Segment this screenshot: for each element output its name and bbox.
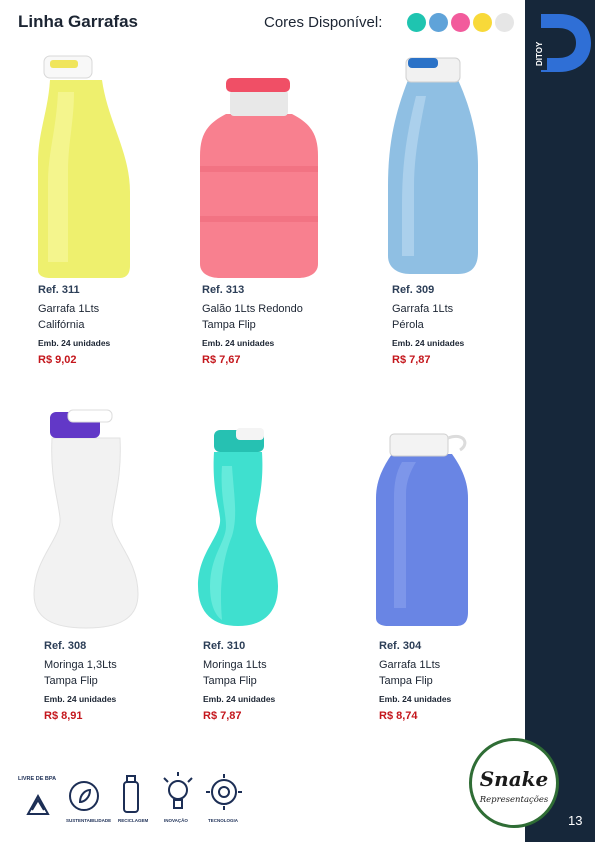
svg-text:INOVAÇÃO: INOVAÇÃO (164, 817, 188, 823)
product-card-311: Ref. 311 Garrafa 1Lts Califórnia Emb. 24… (38, 283, 188, 367)
technology-icon: TECNOLOGIA (206, 774, 242, 823)
brand-logo: DITOY (535, 14, 591, 72)
product-name: Moringa 1Lts Tampa Flip (203, 659, 267, 687)
feature-icons: LIVRE DE BPA SUSTENTABILIDADE RECICLAGEM… (18, 772, 242, 823)
product-card-304: Ref. 304 Garrafa 1Lts Tampa Flip Emb. 24… (379, 639, 529, 723)
bottle-309-image (388, 57, 478, 274)
product-name: Garrafa 1Lts Califórnia (38, 303, 100, 331)
recycling-bottle-icon: RECICLAGEM (118, 775, 149, 823)
product-ref: Ref. 313 (202, 284, 245, 296)
product-name: Moringa 1,3Lts Tampa Flip (44, 659, 117, 687)
product-name: Garrafa 1Lts Tampa Flip (379, 659, 441, 687)
color-swatch-teal (407, 13, 426, 32)
lightbulb-icon: INOVAÇÃO (163, 772, 193, 823)
product-pack: Emb. 24 unidades (379, 694, 452, 704)
page-number: 13 (568, 813, 583, 828)
svg-text:DITOY: DITOY (535, 41, 544, 66)
color-swatch-pink (451, 13, 470, 32)
recycle-bpa-icon: LIVRE DE BPA (18, 776, 56, 815)
product-price: R$ 8,91 (44, 710, 83, 722)
product-pack: Emb. 24 unidades (38, 338, 111, 348)
product-price: R$ 9,02 (38, 354, 77, 366)
svg-text:SUSTENTABILIDADE: SUSTENTABILIDADE (66, 818, 111, 823)
colors-label: Cores Disponível: (264, 14, 383, 31)
svg-text:RECICLAGEM: RECICLAGEM (118, 818, 149, 823)
product-pack: Emb. 24 unidades (392, 338, 465, 348)
product-price: R$ 7,87 (203, 710, 242, 722)
product-ref: Ref. 308 (44, 640, 87, 652)
product-ref: Ref. 310 (203, 640, 246, 652)
product-ref: Ref. 311 (38, 284, 80, 296)
snake-seal-logo: Snake Representações (469, 738, 559, 828)
bottle-308-image (33, 409, 139, 629)
svg-text:TECNOLOGIA: TECNOLOGIA (208, 818, 239, 823)
color-swatch-white (495, 13, 514, 32)
bottle-310-image (198, 428, 278, 626)
product-pack: Emb. 24 unidades (202, 338, 275, 348)
bottle-304-image (376, 433, 468, 626)
product-pack: Emb. 24 unidades (44, 694, 117, 704)
seal-brand: Snake (479, 767, 549, 791)
bottle-313-image (200, 78, 318, 278)
product-pack: Emb. 24 unidades (203, 694, 276, 704)
product-card-308: Ref. 308 Moringa 1,3Lts Tampa Flip Emb. … (44, 639, 194, 723)
product-name: Galão 1Lts Redondo Tampa Flip (202, 303, 303, 331)
sustainability-icon: SUSTENTABILIDADE (66, 781, 111, 823)
seal-subtitle: Representações (479, 795, 549, 805)
page-title: Linha Garrafas (18, 12, 138, 31)
product-price: R$ 8,74 (379, 710, 418, 722)
product-price: R$ 7,87 (392, 354, 431, 366)
product-card-313: Ref. 313 Galão 1Lts Redondo Tampa Flip E… (202, 283, 352, 367)
bottle-311-image (38, 55, 130, 278)
color-swatch-yellow (473, 13, 492, 32)
color-swatches (407, 13, 514, 32)
color-swatch-blue (429, 13, 448, 32)
product-card-310: Ref. 310 Moringa 1Lts Tampa Flip Emb. 24… (203, 639, 353, 723)
sidebar-band (525, 0, 595, 842)
product-ref: Ref. 304 (379, 640, 422, 652)
product-price: R$ 7,67 (202, 354, 241, 366)
product-name: Garrafa 1Lts Pérola (392, 303, 454, 331)
product-ref: Ref. 309 (392, 284, 435, 296)
product-card-309: Ref. 309 Garrafa 1Lts Pérola Emb. 24 uni… (392, 283, 542, 367)
svg-text:LIVRE DE BPA: LIVRE DE BPA (18, 776, 56, 782)
